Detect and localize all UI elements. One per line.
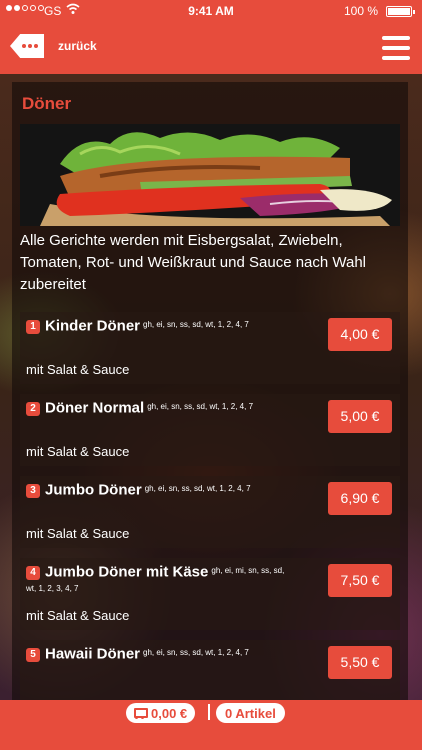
item-subtitle: mit Salat & Sauce: [26, 444, 130, 459]
back-tag-icon: [10, 34, 44, 58]
doner-hero-image: [20, 124, 400, 226]
cart-total: 0,00 €: [151, 705, 188, 721]
shopping-cart-icon: [132, 707, 148, 719]
item-name: Döner Normal: [45, 399, 145, 417]
signal-strength-icon: [6, 5, 44, 11]
add-to-cart-price-button[interactable]: 5,50 €: [328, 646, 392, 679]
item-allergens: gh, ei, sn, ss, sd, wt, 1, 2, 4, 7: [143, 648, 249, 657]
cart-bar: 0,00 € 0 Artikel: [0, 700, 422, 750]
cart-total-button[interactable]: 0,00 €: [126, 703, 196, 723]
item-name: Jumbo Döner mit Käse: [45, 563, 209, 581]
item-allergens: gh, ei, sn, ss, sd, wt, 1, 2, 4, 7: [144, 484, 251, 493]
back-button[interactable]: zurück: [10, 34, 97, 58]
add-to-cart-price-button[interactable]: 5,00 €: [328, 400, 392, 433]
menu-item[interactable]: 4 Jumbo Döner mit Käse gh, ei, mi, sn, ss…: [20, 558, 400, 630]
menu-item[interactable]: 2 Döner Normal gh, ei, sn, ss, sd, wt, 1,…: [20, 394, 400, 466]
back-label: zurück: [58, 39, 97, 53]
status-bar: GS 9:41 AM 100 %: [0, 0, 422, 22]
navigation-bar: zurück: [0, 22, 422, 74]
category-title: Döner: [22, 94, 72, 113]
item-name: Kinder Döner: [45, 317, 141, 335]
item-allergens: gh, ei, sn, ss, sd, wt, 1, 2, 4, 7: [147, 402, 254, 411]
item-name: Hawaii Döner: [45, 645, 141, 663]
add-to-cart-price-button[interactable]: 7,50 €: [328, 564, 392, 597]
hamburger-menu-icon[interactable]: [382, 36, 410, 60]
item-subtitle: mit Salat & Sauce: [26, 362, 130, 377]
cart-divider: [208, 704, 210, 720]
add-to-cart-price-button[interactable]: 4,00 €: [328, 318, 392, 351]
item-subtitle: mit Salat & Sauce: [26, 608, 130, 623]
wifi-icon: [66, 3, 80, 18]
category-description: Alle Gerichte werden mit Eisbergsalat, Z…: [20, 232, 367, 293]
menu-item[interactable]: 3 Jumbo Döner gh, ei, sn, ss, sd, wt, 1, …: [20, 476, 400, 548]
add-to-cart-price-button[interactable]: 6,90 €: [328, 482, 392, 515]
carrier-label: GS: [44, 4, 62, 18]
menu-item[interactable]: 1 Kinder Döner gh, ei, sn, ss, sd, wt, 1,…: [20, 312, 400, 384]
item-allergens: gh, ei, sn, ss, sd, wt, 1, 2, 4, 7: [143, 320, 249, 329]
battery-percentage: 100 %: [343, 4, 378, 18]
item-name: Jumbo Döner: [45, 481, 142, 499]
menu-item[interactable]: 5 Hawaii Döner gh, ei, sn, ss, sd, wt, 1,…: [20, 640, 400, 700]
battery-icon: [386, 6, 415, 17]
category-panel: Döner Alle Gerichte werden mit Eisbergsa…: [12, 82, 408, 700]
article-count-button[interactable]: 0 Artikel: [216, 703, 285, 723]
item-subtitle: mit Salat & Sauce: [26, 526, 130, 541]
